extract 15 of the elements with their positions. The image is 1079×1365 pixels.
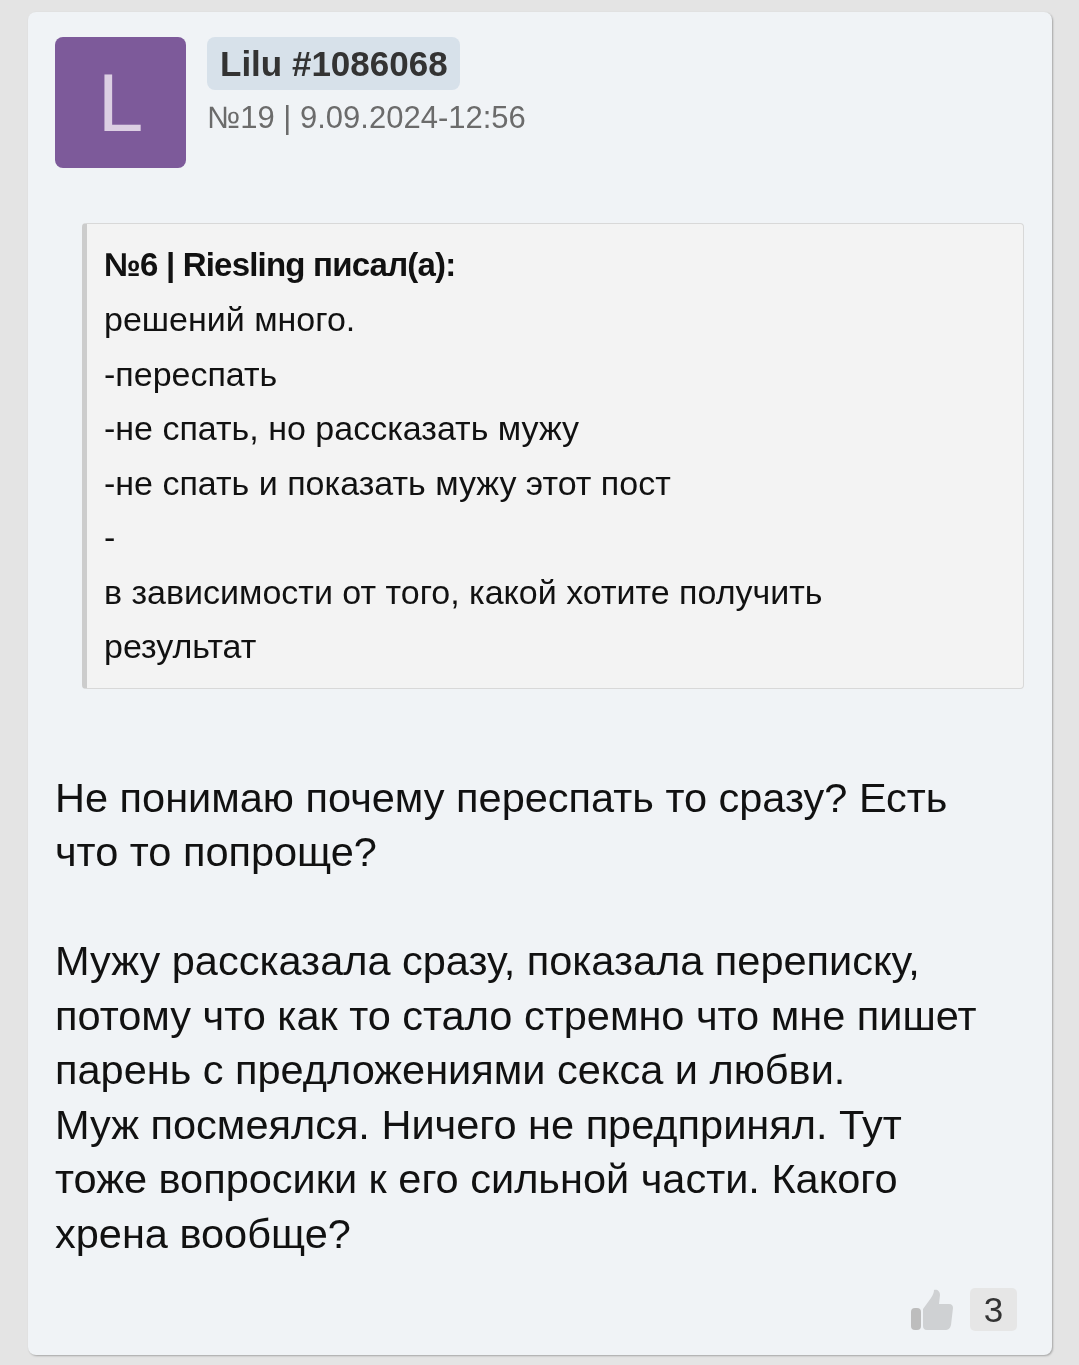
quote-line: решений много.	[104, 299, 357, 340]
post-meta: №19 | 9.09.2024-12:56	[207, 100, 526, 136]
quote-header: №6 | Riesling писал(а):	[104, 245, 457, 285]
post-text: Муж посмеялся. Ничего не предпринял. Тут тоже вопросики к его сильной части. Какого хрена вообще?	[55, 1099, 903, 1259]
quote-line: -переспать	[104, 353, 279, 395]
post-text: Мужу рассказала сразу, показала переписку, потому что как то стало стремно что мне пишет парень с предложениями секса и любви.	[55, 936, 978, 1095]
like-count: 3	[970, 1288, 1017, 1331]
author-name-link[interactable]: Lilu #1086068	[207, 37, 460, 90]
post-text: Не понимаю почему переспать то сразу? Есть что то попроще?	[55, 772, 949, 877]
avatar: L	[55, 37, 186, 168]
quote-line: -не спать и показать мужу этот пост	[104, 462, 672, 504]
quote-line: в зависимости от того, какой хотите получить результат	[104, 571, 824, 667]
quote-line: -	[104, 517, 117, 558]
thumbs-up-icon[interactable]	[911, 1288, 953, 1331]
quote-line: -не спать, но рассказать мужу	[104, 408, 581, 449]
